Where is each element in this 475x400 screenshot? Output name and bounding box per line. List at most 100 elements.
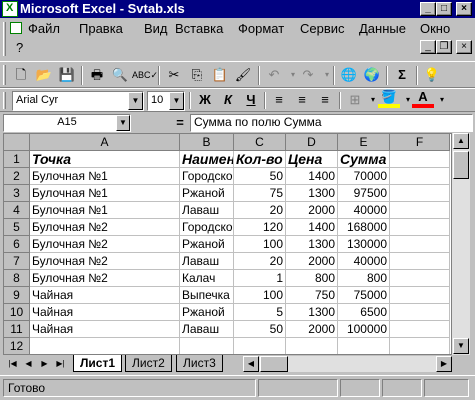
table-cell[interactable]: 750 [286, 287, 338, 304]
cell[interactable] [180, 338, 234, 354]
table-cell[interactable]: Лаваш [180, 253, 234, 270]
header-cell[interactable]: Точка [30, 151, 180, 168]
row-header[interactable]: 12 [4, 338, 30, 354]
table-cell[interactable]: 2000 [286, 202, 338, 219]
print-icon[interactable]: 🖶 [86, 65, 108, 86]
close-button[interactable]: × [456, 2, 472, 16]
paste-icon[interactable]: 📋 [209, 65, 231, 86]
chevron-down-icon[interactable]: ▼ [116, 115, 130, 131]
table-cell[interactable]: 100000 [338, 321, 390, 338]
table-cell[interactable]: 2000 [286, 253, 338, 270]
cell[interactable] [390, 151, 450, 168]
cell[interactable] [390, 168, 450, 185]
sheet-tab-2[interactable]: Лист2 [125, 355, 172, 372]
cell[interactable] [390, 185, 450, 202]
column-header[interactable]: D [286, 134, 338, 151]
table-cell[interactable]: Лаваш [180, 202, 234, 219]
table-cell[interactable]: Ржаной [180, 236, 234, 253]
worksheet-grid[interactable]: ABCDEF12345678910111213ТочкаНаименование… [3, 133, 452, 355]
table-cell[interactable]: Чайная [30, 287, 180, 304]
table-cell[interactable]: 20 [234, 202, 286, 219]
row-header[interactable]: 11 [4, 321, 30, 338]
table-cell[interactable]: 5 [234, 304, 286, 321]
bold-button[interactable]: Ж [194, 90, 216, 111]
autosum-icon[interactable]: Σ [391, 65, 413, 86]
office-assistant-icon[interactable]: 💡 [421, 65, 443, 86]
cell[interactable] [390, 304, 450, 321]
table-cell[interactable]: 20 [234, 253, 286, 270]
doc-close-button[interactable]: × [456, 40, 472, 54]
chevron-down-icon[interactable]: ▼ [128, 92, 143, 110]
table-cell[interactable]: 70000 [338, 168, 390, 185]
horizontal-scroll-thumb[interactable] [260, 356, 288, 372]
table-cell[interactable]: Лаваш [180, 321, 234, 338]
menu-help[interactable]: ? [16, 40, 23, 56]
scroll-right-icon[interactable]: ▶ [436, 356, 452, 372]
table-cell[interactable]: 40000 [338, 253, 390, 270]
menu-tools[interactable]: Сервис [300, 21, 345, 37]
column-header[interactable]: E [338, 134, 390, 151]
table-cell[interactable]: Ржаной [180, 304, 234, 321]
formula-input[interactable]: Сумма по полю Сумма [190, 114, 473, 132]
toolbar-grip[interactable] [3, 65, 6, 85]
cell[interactable] [390, 338, 450, 354]
maximize-button[interactable]: □ [436, 2, 452, 16]
menu-data[interactable]: Данные [359, 21, 406, 37]
format-painter-icon[interactable]: 🖌 [232, 65, 254, 86]
table-cell[interactable]: 50 [234, 321, 286, 338]
scroll-left-icon[interactable]: ◀ [243, 356, 259, 372]
last-sheet-icon[interactable]: ▶| [53, 357, 68, 371]
next-sheet-icon[interactable]: ▶ [37, 357, 52, 371]
table-cell[interactable]: 1 [234, 270, 286, 287]
table-cell[interactable]: Городской [180, 168, 234, 185]
column-header[interactable]: A [30, 134, 180, 151]
table-cell[interactable]: Городской [180, 219, 234, 236]
table-cell[interactable]: 75 [234, 185, 286, 202]
table-cell[interactable]: 1400 [286, 168, 338, 185]
cell[interactable] [338, 338, 390, 354]
column-header[interactable]: B [180, 134, 234, 151]
cell[interactable] [30, 338, 180, 354]
first-sheet-icon[interactable]: |◀ [5, 357, 20, 371]
header-cell[interactable]: Цена [286, 151, 338, 168]
prev-sheet-icon[interactable]: ◀ [21, 357, 36, 371]
copy-icon[interactable]: ⎘ [186, 65, 208, 86]
menu-insert[interactable]: Вставка [175, 21, 223, 37]
cell[interactable] [390, 219, 450, 236]
table-cell[interactable]: 100 [234, 287, 286, 304]
font-size-combo[interactable]: 10 ▼ [147, 91, 185, 111]
table-cell[interactable]: 1400 [286, 219, 338, 236]
doc-restore-button[interactable]: ❐ [436, 40, 452, 54]
column-header[interactable]: C [234, 134, 286, 151]
table-cell[interactable]: 40000 [338, 202, 390, 219]
table-cell[interactable]: 1300 [286, 236, 338, 253]
cell[interactable] [390, 253, 450, 270]
table-cell[interactable]: Ржаной [180, 185, 234, 202]
minimize-button[interactable]: _ [420, 2, 436, 16]
menu-file[interactable]: Файл [28, 21, 60, 37]
menu-view[interactable]: Вид [144, 21, 168, 37]
row-header[interactable]: 5 [4, 219, 30, 236]
menu-format[interactable]: Формат [238, 21, 284, 37]
hyperlink-icon[interactable]: 🌐 [338, 65, 360, 86]
table-cell[interactable]: Калач [180, 270, 234, 287]
cell[interactable] [390, 321, 450, 338]
doc-minimize-button[interactable]: _ [420, 40, 436, 54]
align-center-icon[interactable]: ≡ [291, 90, 313, 111]
table-cell[interactable]: 50 [234, 168, 286, 185]
menu-grip[interactable] [3, 22, 6, 56]
excel-app-icon[interactable] [2, 1, 18, 17]
table-cell[interactable]: 120 [234, 219, 286, 236]
sheet-tab-3[interactable]: Лист3 [176, 355, 223, 372]
italic-button[interactable]: К [217, 90, 239, 111]
cell[interactable] [286, 338, 338, 354]
toolbar-grip[interactable] [3, 92, 6, 109]
table-cell[interactable]: Выпечка [180, 287, 234, 304]
table-cell[interactable]: Булочная №1 [30, 185, 180, 202]
spelling-icon[interactable]: ABC✓ [132, 65, 158, 86]
new-icon[interactable]: 🗋 [10, 65, 32, 86]
table-cell[interactable]: 1300 [286, 185, 338, 202]
vertical-scroll-thumb[interactable] [453, 151, 469, 179]
row-header[interactable]: 4 [4, 202, 30, 219]
cell[interactable] [390, 202, 450, 219]
